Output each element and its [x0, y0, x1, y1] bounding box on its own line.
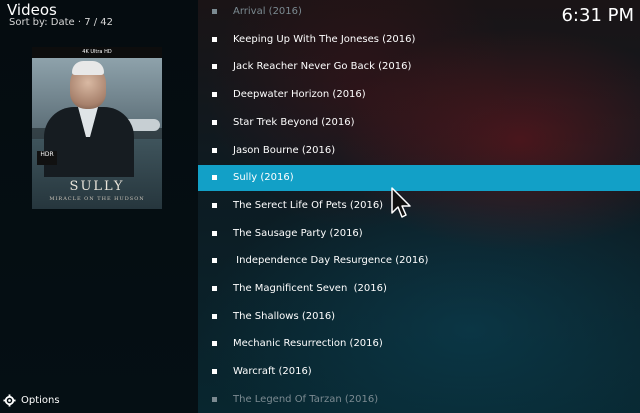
options-label: Options	[21, 395, 60, 406]
list-item[interactable]: Sully (2016)	[198, 165, 640, 192]
list-item[interactable]: Mechanic Resurrection (2016)	[198, 331, 640, 357]
bullet-icon	[212, 369, 217, 375]
list-item-label: Arrival (2016)	[233, 6, 302, 17]
info-panel: Videos Sort by: Date · 7 / 42 4K Ultra H…	[0, 0, 198, 413]
list-item-label: Warcraft (2016)	[233, 366, 312, 378]
bullet-icon	[212, 202, 217, 208]
list-item[interactable]: Deepwater Horizon (2016)	[198, 82, 640, 108]
list-item[interactable]: The Serect Life Of Pets (2016)	[198, 193, 640, 219]
bullet-icon	[212, 175, 217, 181]
list-item-label: Deepwater Horizon (2016)	[233, 89, 366, 101]
list-item[interactable]: Star Trek Beyond (2016)	[198, 110, 640, 136]
list-item-label: Mechanic Resurrection (2016)	[233, 338, 383, 350]
poster-title: SULLY	[69, 179, 125, 194]
bullet-icon	[212, 36, 217, 42]
bullet-icon	[212, 341, 217, 347]
bullet-icon	[212, 286, 217, 291]
list-item-label: Sully (2016)	[233, 172, 294, 184]
bullet-icon	[212, 230, 217, 236]
list-item-label: Jack Reacher Never Go Back (2016)	[233, 61, 412, 73]
bullet-icon	[212, 313, 217, 319]
video-list: Arrival (2016) Keeping Up With The Jonese…	[198, 0, 640, 413]
list-item[interactable]: The Shallows (2016)	[198, 304, 640, 330]
list-item[interactable]: Warcraft (2016)	[198, 359, 640, 385]
list-item[interactable]: The Legend Of Tarzan (2016)	[198, 387, 640, 413]
sort-info[interactable]: Sort by: Date · 7 / 42	[9, 16, 113, 30]
list-item-label: The Shallows (2016)	[233, 310, 336, 322]
poster-hdr-badge: HDR	[37, 151, 57, 165]
list-item[interactable]: Independence Day Resurgence (2016)	[198, 248, 640, 274]
list-item[interactable]: Jack Reacher Never Go Back (2016)	[198, 54, 640, 80]
poster-subtitle: MIRACLE ON THE HUDSON	[49, 196, 145, 202]
list-item[interactable]: Jason Bourne (2016)	[198, 138, 640, 164]
list-item-label: The Sausage Party (2016)	[233, 227, 363, 239]
list-item-label: Independence Day Resurgence (2016)	[233, 255, 429, 267]
list-item[interactable]: The Sausage Party (2016)	[198, 221, 640, 247]
bullet-icon	[212, 147, 217, 153]
bullet-icon	[212, 119, 217, 125]
bullet-icon	[212, 92, 217, 98]
list-item-label: The Magnificent Seven (2016)	[233, 283, 387, 294]
list-item-label: The Legend Of Tarzan (2016)	[233, 393, 379, 405]
list-item[interactable]: The Magnificent Seven (2016)	[198, 276, 640, 302]
bullet-icon	[212, 9, 217, 14]
list-item[interactable]: Arrival (2016)	[198, 0, 640, 25]
list-item-label: Jason Bourne (2016)	[233, 144, 336, 156]
list-item-label: Star Trek Beyond (2016)	[233, 116, 355, 128]
list-item-label: The Serect Life Of Pets (2016)	[233, 199, 384, 211]
bullet-icon	[212, 258, 217, 264]
gear-icon	[3, 394, 16, 407]
poster-hair	[72, 61, 104, 75]
mouse-cursor-icon	[391, 187, 411, 218]
list-item-label: Keeping Up With The Joneses (2016)	[233, 33, 416, 45]
bullet-icon	[212, 64, 217, 70]
poster-format-badge: 4K Ultra HD	[32, 47, 162, 58]
bullet-icon	[212, 396, 217, 402]
list-item[interactable]: Keeping Up With The Joneses (2016)	[198, 27, 640, 53]
movie-poster: 4K Ultra HD HDR SULLY MIRACLE ON THE HUD…	[32, 47, 162, 209]
